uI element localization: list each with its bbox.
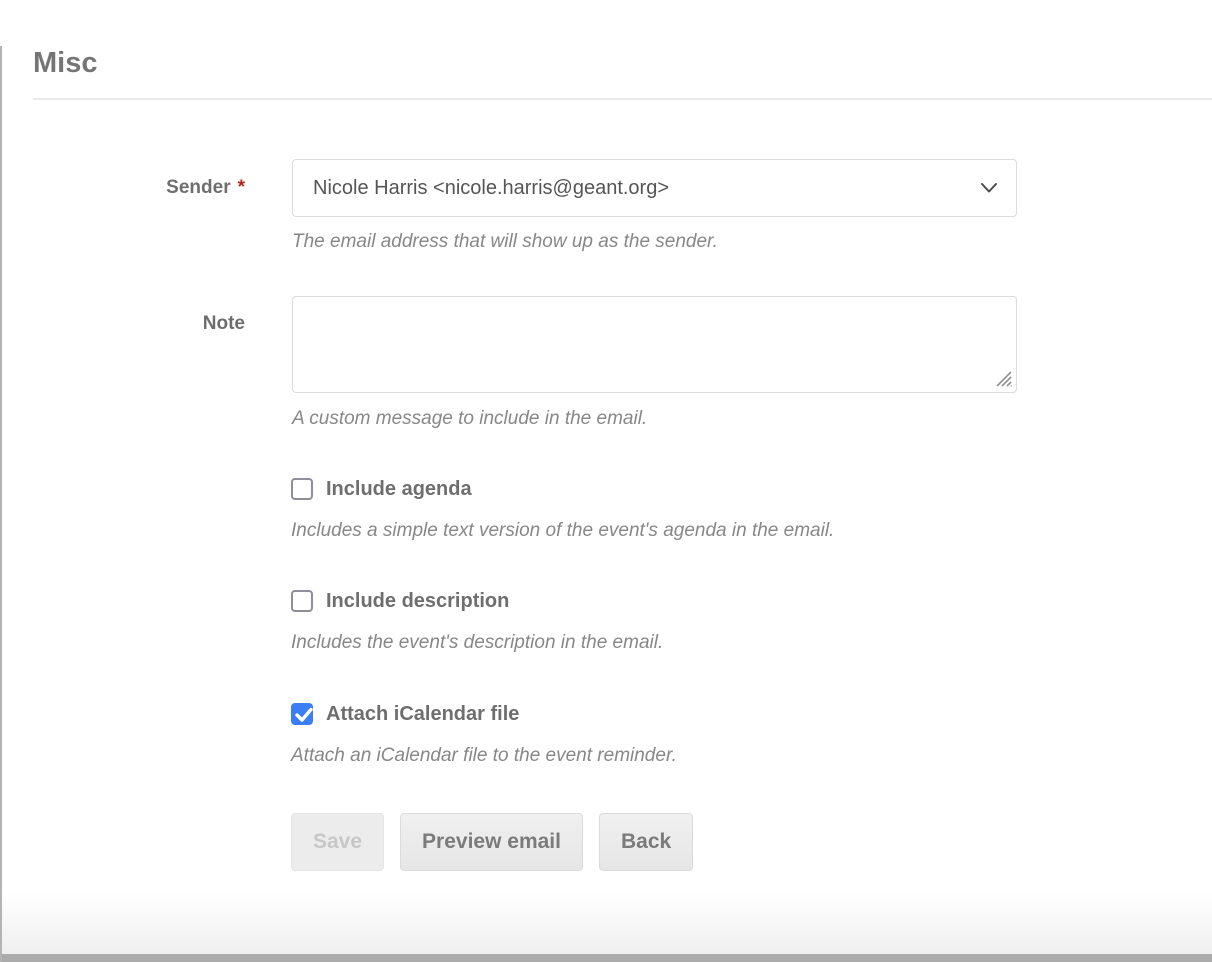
note-help-text: A custom message to include in the email… bbox=[292, 407, 1212, 430]
sender-select[interactable]: Nicole Harris <nicole.harris@geant.org> bbox=[292, 159, 1017, 217]
attach-icalendar-help: Attach an iCalendar file to the event re… bbox=[291, 744, 1212, 767]
required-asterisk: * bbox=[238, 177, 245, 198]
misc-form-panel: Misc Sender * Nicole Harris <nicole.harri… bbox=[0, 46, 1212, 871]
checkbox-group: Include agenda Includes a simple text ve… bbox=[291, 478, 1212, 767]
note-label: Note bbox=[0, 296, 245, 335]
panel-left-border bbox=[0, 46, 2, 962]
checkbox-include-agenda[interactable]: Include agenda bbox=[291, 478, 1212, 500]
button-row: Save Preview email Back bbox=[291, 813, 1212, 871]
note-textarea[interactable] bbox=[292, 296, 1017, 393]
panel-bottom-bar bbox=[0, 954, 1212, 962]
include-description-checkbox[interactable] bbox=[291, 590, 313, 612]
section-title: Misc bbox=[33, 46, 1212, 80]
sender-help-text: The email address that will show up as t… bbox=[292, 230, 1212, 253]
check-icon bbox=[294, 707, 314, 723]
panel-bottom-gradient bbox=[0, 892, 1212, 954]
include-description-help: Includes the event's description in the … bbox=[291, 631, 1212, 654]
save-button[interactable]: Save bbox=[291, 813, 384, 871]
sender-row: Sender * Nicole Harris <nicole.harris@gea… bbox=[0, 159, 1212, 217]
attach-icalendar-checkbox[interactable] bbox=[291, 703, 313, 725]
section-divider bbox=[33, 98, 1212, 100]
checkbox-label: Include agenda bbox=[326, 478, 472, 500]
checkbox-label: Include description bbox=[326, 590, 509, 612]
include-agenda-help: Includes a simple text version of the ev… bbox=[291, 519, 1212, 542]
preview-email-button[interactable]: Preview email bbox=[400, 813, 583, 871]
sender-label: Sender * bbox=[0, 177, 245, 199]
note-row: Note bbox=[0, 296, 1212, 393]
checkbox-attach-icalendar[interactable]: Attach iCalendar file bbox=[291, 703, 1212, 725]
include-agenda-checkbox[interactable] bbox=[291, 478, 313, 500]
back-button[interactable]: Back bbox=[599, 813, 693, 871]
checkbox-label: Attach iCalendar file bbox=[326, 703, 519, 725]
sender-label-text: Sender bbox=[166, 177, 230, 198]
checkbox-include-description[interactable]: Include description bbox=[291, 590, 1212, 612]
